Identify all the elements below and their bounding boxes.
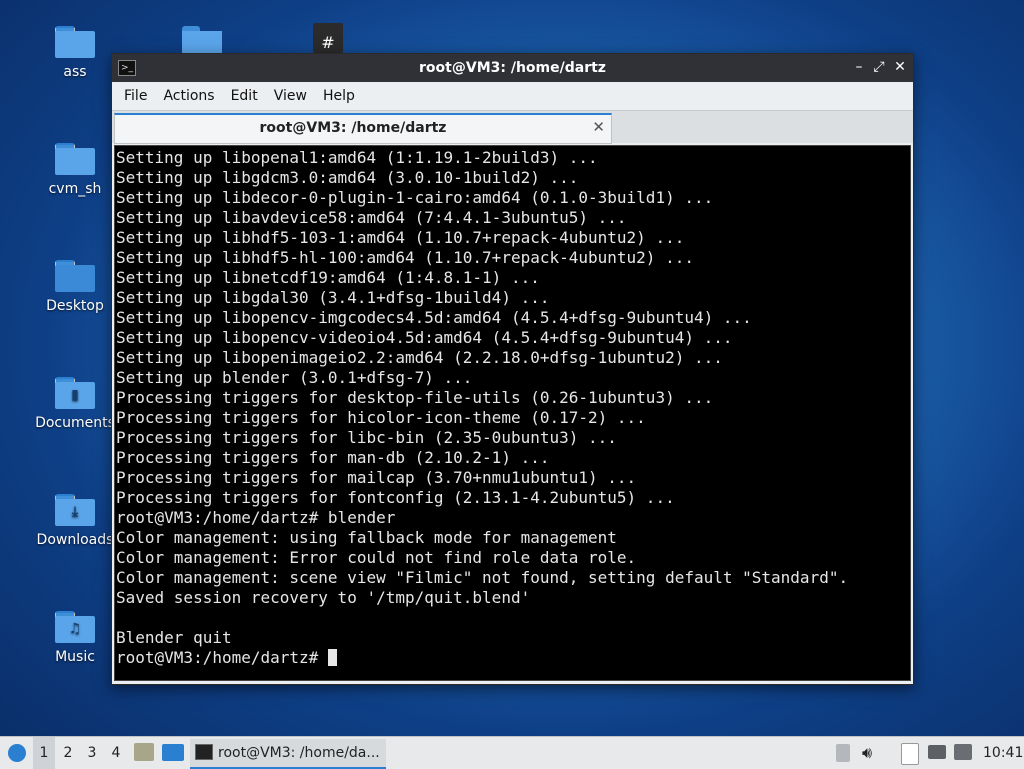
network-icon[interactable] [928,745,946,759]
terminal-text: Setting up libopenal1:amd64 (1:1.19.1-2b… [115,146,910,670]
tab-bar: root@VM3: /home/dartz ✕ [112,110,913,144]
terminal-line: Processing triggers for desktop-file-uti… [116,388,714,407]
terminal-line: Blender quit [116,628,232,647]
terminal-line: Setting up libopencv-videoio4.5d:amd64 (… [116,328,733,347]
terminal-line: Color management: Error could not find r… [116,548,637,567]
documents-folder-icon: ▮ [55,377,95,409]
show-desktop-icon[interactable] [162,744,184,761]
file-manager-icon[interactable] [134,743,154,761]
menu-view[interactable]: View [266,88,315,104]
terminal-line: Setting up libgdal30 (3.4.1+dfsg-1build4… [116,288,550,307]
terminal-line: Processing triggers for man-db (2.10.2-1… [116,448,550,467]
terminal-line: Setting up blender (3.0.1+dfsg-7) ... [116,368,473,387]
terminal-line: Color management: scene view "Filmic" no… [116,568,849,587]
update-icon[interactable] [954,744,972,760]
terminal-window: >_ root@VM3: /home/dartz – ⤢ ✕ File Acti… [111,53,914,685]
terminal-line: Setting up libhdf5-hl-100:amd64 (1.10.7+… [116,248,694,267]
desktop-icon-desktop[interactable]: Desktop [30,260,120,314]
desktop-folder-icon [55,260,95,292]
image-folder-icon[interactable] [182,26,222,54]
desktop-icon-label: Music [55,649,95,665]
music-folder-icon: ♫ [55,611,95,643]
terminal-output[interactable]: Setting up libopenal1:amd64 (1:1.19.1-2b… [114,145,911,681]
desktop-icon-ass[interactable]: ass [30,26,120,80]
terminal-line: Processing triggers for libc-bin (2.35-0… [116,428,617,447]
taskbar-terminal-button[interactable]: root@VM3: /home/da... [190,739,386,769]
workspace-4[interactable]: 4 [105,737,127,769]
desktop-icon-label: cvm_sh [48,181,102,197]
terminal-line: Setting up libopencv-imgcodecs4.5d:amd64… [116,308,752,327]
terminal-line: Color management: using fallback mode fo… [116,528,617,547]
notes-icon[interactable] [901,743,919,765]
start-menu-icon[interactable] [4,737,30,769]
menu-actions[interactable]: Actions [155,88,222,104]
clipboard-icon[interactable] [836,744,850,762]
workspace-3[interactable]: 3 [81,737,103,769]
terminal-tab[interactable]: root@VM3: /home/dartz ✕ [114,113,612,144]
terminal-line: Processing triggers for mailcap (3.70+nm… [116,468,637,487]
workspace-2[interactable]: 2 [57,737,79,769]
terminal-cursor [327,649,337,666]
folder-icon [55,143,95,175]
window-title: root@VM3: /home/dartz [419,60,606,76]
workspace-1[interactable]: 1 [33,737,55,769]
menu-file[interactable]: File [116,88,155,104]
desktop-icon-label: Downloads [36,532,114,548]
menu-help[interactable]: Help [315,88,363,104]
menu-bar: File Actions Edit View Help [112,82,913,110]
terminal-icon [195,744,213,760]
terminal-line: Setting up libavdevice58:amd64 (7:4.4.1-… [116,208,627,227]
taskbar-terminal-label: root@VM3: /home/da... [218,745,380,761]
terminal-line: Saved session recovery to '/tmp/quit.ble… [116,588,531,607]
desktop-icon-documents[interactable]: ▮ Documents [30,377,120,431]
terminal-line: Setting up libnetcdf19:amd64 (1:4.8.1-1)… [116,268,540,287]
text-file-icon[interactable]: # [313,23,343,53]
window-titlebar[interactable]: >_ root@VM3: /home/dartz – ⤢ ✕ [112,54,913,82]
desktop-icon-label: Documents [35,415,115,431]
minimize-icon[interactable]: – [850,59,868,75]
terminal-line: Processing triggers for fontconfig (2.13… [116,488,675,507]
volume-icon[interactable]: 🔊︎ [862,737,872,769]
terminal-line: root@VM3:/home/dartz# blender [116,508,396,527]
terminal-line: Setting up libopenimageio2.2:amd64 (2.2.… [116,348,723,367]
clock[interactable]: 10:41 [983,737,1023,769]
terminal-line: Setting up libgdcm3.0:amd64 (3.0.10-1bui… [116,168,579,187]
terminal-line: Processing triggers for hicolor-icon-the… [116,408,646,427]
terminal-line: Setting up libopenal1:amd64 (1:1.19.1-2b… [116,148,598,167]
folder-icon [55,26,95,58]
desktop-icon-label: Desktop [46,298,104,314]
terminal-prompt: root@VM3:/home/dartz# [116,648,328,667]
menu-edit[interactable]: Edit [223,88,266,104]
downloads-folder-icon: ⤓ [55,494,95,526]
tab-label: root@VM3: /home/dartz [259,120,447,136]
desktop-icon-cvm-sh[interactable]: cvm_sh [30,143,120,197]
terminal-line: Setting up libhdf5-103-1:amd64 (1.10.7+r… [116,228,685,247]
desktop-icon-downloads[interactable]: ⤓ Downloads [30,494,120,548]
taskbar: 1 2 3 4 root@VM3: /home/da... 🔊︎ 10:41 [0,736,1024,769]
tab-close-icon[interactable]: ✕ [592,118,605,136]
desktop-icon-label: ass [63,64,87,80]
terminal-line: Setting up libdecor-0-plugin-1-cairo:amd… [116,188,714,207]
desktop-icon-music[interactable]: ♫ Music [30,611,120,665]
maximize-icon[interactable]: ⤢ [870,59,888,75]
close-icon[interactable]: ✕ [891,59,909,75]
